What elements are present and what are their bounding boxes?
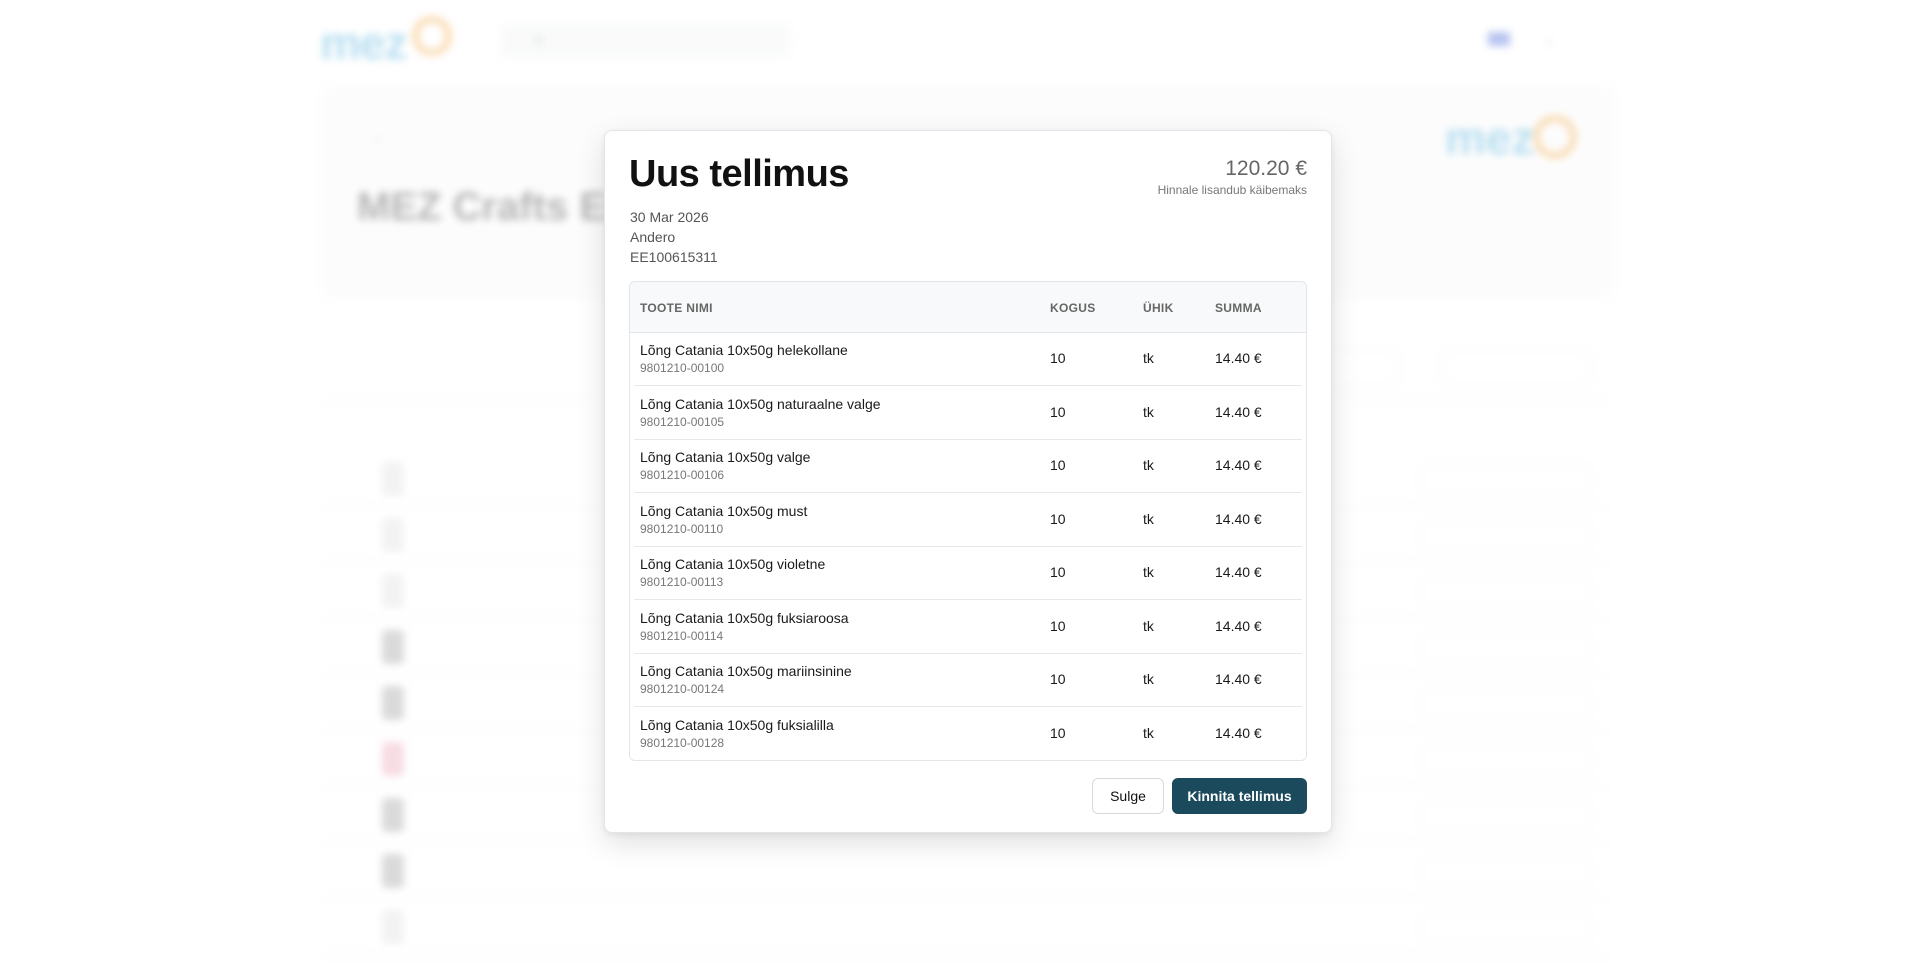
item-sum: 14.40 € — [1215, 671, 1262, 687]
item-sum: 14.40 € — [1215, 564, 1262, 580]
column-header-name: TOOTE NIMI — [640, 301, 713, 315]
item-quantity: 10 — [1050, 724, 1066, 741]
order-meta: 30 Mar 2026 Andero EE100615311 — [630, 207, 718, 267]
product-name: Lõng Catania 10x50g naturaalne valge — [640, 395, 881, 412]
customer-name: Andero — [630, 229, 676, 245]
table-row: Lõng Catania 10x50g fuksiaroosa 9801210-0… — [634, 600, 1302, 654]
column-header-unit: ÜHIK — [1143, 301, 1174, 315]
product-name: Lõng Catania 10x50g fuksiaroosa — [640, 609, 849, 626]
item-unit: tk — [1143, 403, 1154, 420]
product-code: 9801210-00124 — [640, 682, 725, 696]
order-items-table: TOOTE NIMI KOGUS ÜHIK SUMMA Lõng Catania… — [629, 281, 1307, 761]
item-quantity: 10 — [1050, 350, 1066, 366]
item-quantity: 10 — [1050, 457, 1066, 473]
dialog-title: Uus tellimus — [629, 153, 849, 195]
table-row: Lõng Catania 10x50g mariinsinine 9801210-… — [634, 653, 1302, 707]
item-quantity: 10 — [1050, 510, 1066, 527]
item-unit: tk — [1143, 564, 1154, 580]
customer-reg-code: EE100615311 — [630, 249, 718, 265]
item-quantity: 10 — [1050, 564, 1066, 580]
item-sum: 14.40 € — [1215, 457, 1262, 473]
product-code: 9801210-00106 — [640, 468, 725, 482]
product-code: 9801210-00110 — [640, 521, 724, 536]
item-unit: tk — [1143, 724, 1154, 741]
product-name: Lõng Catania 10x50g helekollane — [640, 342, 848, 358]
product-name: Lõng Catania 10x50g mariinsinine — [640, 663, 852, 679]
order-date: 30 Mar 2026 — [630, 209, 709, 225]
item-unit: tk — [1143, 510, 1154, 527]
item-unit: tk — [1143, 617, 1154, 634]
order-total: 120.20 € — [1225, 157, 1307, 180]
confirm-order-button[interactable]: Kinnita tellimus — [1172, 778, 1307, 814]
table-row: Lõng Catania 10x50g fuksialilla 9801210-0… — [634, 707, 1302, 760]
item-quantity: 10 — [1050, 403, 1066, 420]
new-order-dialog: Uus tellimus 30 Mar 2026 Andero EE100615… — [604, 130, 1332, 833]
product-name: Lõng Catania 10x50g must — [640, 502, 808, 519]
item-quantity: 10 — [1050, 617, 1066, 634]
item-unit: tk — [1143, 457, 1154, 473]
item-sum: 14.40 € — [1215, 510, 1262, 527]
table-row: Lõng Catania 10x50g violetne 9801210-0011… — [634, 546, 1302, 600]
product-name: Lõng Catania 10x50g violetne — [640, 556, 826, 572]
close-button[interactable]: Sulge — [1092, 778, 1164, 814]
product-name: Lõng Catania 10x50g valge — [640, 449, 811, 465]
column-header-qty: KOGUS — [1050, 301, 1096, 315]
item-sum: 14.40 € — [1215, 724, 1262, 741]
product-code: 9801210-00100 — [640, 361, 725, 375]
product-code: 9801210-00105 — [640, 414, 725, 429]
item-unit: tk — [1143, 671, 1154, 687]
item-quantity: 10 — [1050, 671, 1066, 687]
table-row: Lõng Catania 10x50g valge 9801210-00106 10… — [634, 439, 1302, 493]
column-header-sum: SUMMA — [1215, 301, 1262, 315]
product-code: 9801210-00113 — [640, 575, 724, 589]
item-sum: 14.40 € — [1215, 350, 1262, 366]
vat-note: Hinnale lisandub käibemaks — [1157, 183, 1307, 197]
item-unit: tk — [1143, 350, 1154, 366]
product-name: Lõng Catania 10x50g fuksialilla — [640, 716, 834, 733]
table-header: TOOTE NIMI KOGUS ÜHIK SUMMA — [630, 282, 1306, 333]
product-code: 9801210-00128 — [640, 735, 725, 750]
table-row: Lõng Catania 10x50g helekollane 9801210-0… — [634, 332, 1302, 386]
table-row: Lõng Catania 10x50g naturaalne valge 9801… — [634, 386, 1302, 440]
item-sum: 14.40 € — [1215, 617, 1262, 634]
item-sum: 14.40 € — [1215, 403, 1262, 420]
product-code: 9801210-00114 — [640, 628, 724, 643]
table-row: Lõng Catania 10x50g must 9801210-00110 10 t… — [634, 493, 1302, 547]
